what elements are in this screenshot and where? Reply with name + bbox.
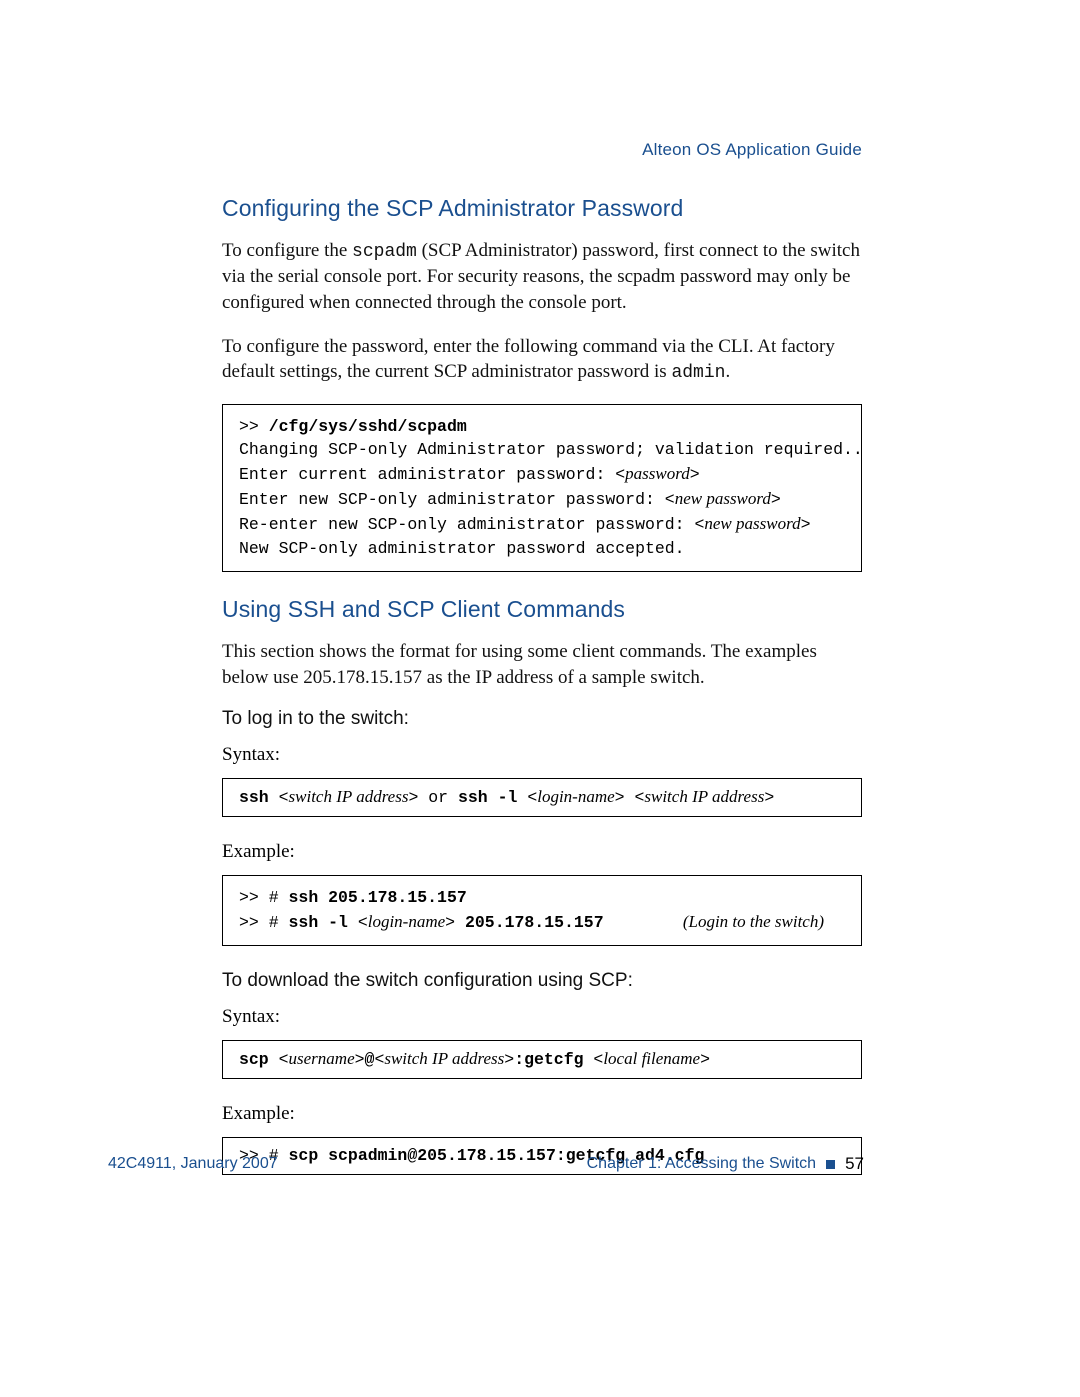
text: To configure the password, enter the fol… (222, 336, 835, 383)
square-bullet-icon (826, 1160, 835, 1169)
code-text: >> (239, 417, 269, 436)
code-bold: @ (365, 1050, 375, 1069)
code-block-ssh-example: >> # ssh 205.178.15.157 >> # ssh -l <log… (222, 875, 862, 946)
paragraph: To configure the password, enter the fol… (222, 334, 862, 386)
code-text: Changing SCP-only Administrator password… (239, 440, 862, 459)
code-text: < (279, 788, 289, 807)
page-footer: 42C4911, January 2007 Chapter 1: Accessi… (108, 1154, 864, 1174)
code-bold: /cfg/sys/sshd/scpadm (269, 417, 467, 436)
content-area: Configuring the SCP Administrator Passwo… (222, 195, 862, 1175)
code-bold: scp (239, 1050, 279, 1069)
code-text: < (358, 913, 368, 932)
code-italic: (Login to the switch) (683, 912, 824, 931)
code-text: >> # (239, 913, 289, 932)
code-text: > (700, 1050, 710, 1069)
code-text: < (374, 1050, 384, 1069)
code-text: > (445, 913, 465, 932)
paragraph: This section shows the format for using … (222, 639, 862, 690)
code-text: > (764, 788, 774, 807)
code-text: > (355, 1050, 365, 1069)
code-block-scp-syntax: scp <username>@<switch IP address>:getcf… (222, 1040, 862, 1079)
code-text (604, 913, 683, 932)
code-bold: ssh -l (289, 913, 358, 932)
code-italic: switch IP address (289, 787, 409, 806)
footer-right: Chapter 1: Accessing the Switch 57 (587, 1154, 864, 1174)
code-text: Re-enter new SCP-only administrator pass… (239, 515, 694, 534)
code-text: > (801, 515, 811, 534)
code-bold: ssh (239, 788, 279, 807)
code-text: < (279, 1050, 289, 1069)
code-text: < (527, 788, 537, 807)
code-text: > (690, 465, 700, 484)
section-heading-ssh-scp: Using SSH and SCP Client Commands (222, 596, 862, 623)
example-label: Example: (222, 1103, 862, 1125)
code-text: < (665, 490, 675, 509)
code-text: > (771, 490, 781, 509)
footer-chapter: Chapter 1: Accessing the Switch (587, 1155, 816, 1173)
example-label: Example: (222, 841, 862, 863)
code-italic: new password (675, 489, 771, 508)
code-italic: password (625, 464, 690, 483)
code-text: < (615, 465, 625, 484)
section-heading-scp-password: Configuring the SCP Administrator Passwo… (222, 195, 862, 222)
code-text: >> # (239, 888, 289, 907)
code-text: Enter current administrator password: (239, 465, 615, 484)
paragraph: To configure the scpadm (SCP Administrat… (222, 238, 862, 316)
code-text: or (428, 788, 458, 807)
code-text: > < (615, 788, 645, 807)
text: To configure the (222, 240, 352, 261)
code-text: > (504, 1050, 514, 1069)
code-italic: switch IP address (384, 1049, 504, 1068)
syntax-label: Syntax: (222, 744, 862, 766)
inline-code: scpadm (352, 242, 417, 262)
code-italic: login-name (537, 787, 614, 806)
code-italic: login-name (368, 912, 445, 931)
code-italic: switch IP address (644, 787, 764, 806)
syntax-label: Syntax: (222, 1006, 862, 1028)
code-italic: username (289, 1049, 355, 1068)
footer-docid: 42C4911, January 2007 (108, 1155, 278, 1173)
code-text: New SCP-only administrator password acce… (239, 539, 685, 558)
page-body: Alteon OS Application Guide Configuring … (222, 140, 862, 1199)
text: . (725, 361, 730, 382)
code-block-ssh-syntax: ssh <switch IP address> or ssh -l <login… (222, 778, 862, 817)
code-bold: ssh -l (458, 788, 527, 807)
code-text: < (694, 515, 704, 534)
subsection-login: To log in to the switch: (222, 708, 862, 730)
code-bold: ssh 205.178.15.157 (289, 888, 467, 907)
page-number: 57 (845, 1154, 864, 1174)
code-text: Enter new SCP-only administrator passwor… (239, 490, 665, 509)
code-italic: new password (704, 514, 800, 533)
code-italic: local filename (603, 1049, 700, 1068)
running-head: Alteon OS Application Guide (642, 140, 862, 160)
code-bold: :getcfg (514, 1050, 593, 1069)
subsection-download: To download the switch configuration usi… (222, 970, 862, 992)
code-bold: 205.178.15.157 (465, 913, 604, 932)
code-text: < (593, 1050, 603, 1069)
code-block-scpadm: >> /cfg/sys/sshd/scpadm Changing SCP-onl… (222, 404, 862, 573)
code-text: > (408, 788, 428, 807)
inline-code: admin (671, 363, 725, 383)
